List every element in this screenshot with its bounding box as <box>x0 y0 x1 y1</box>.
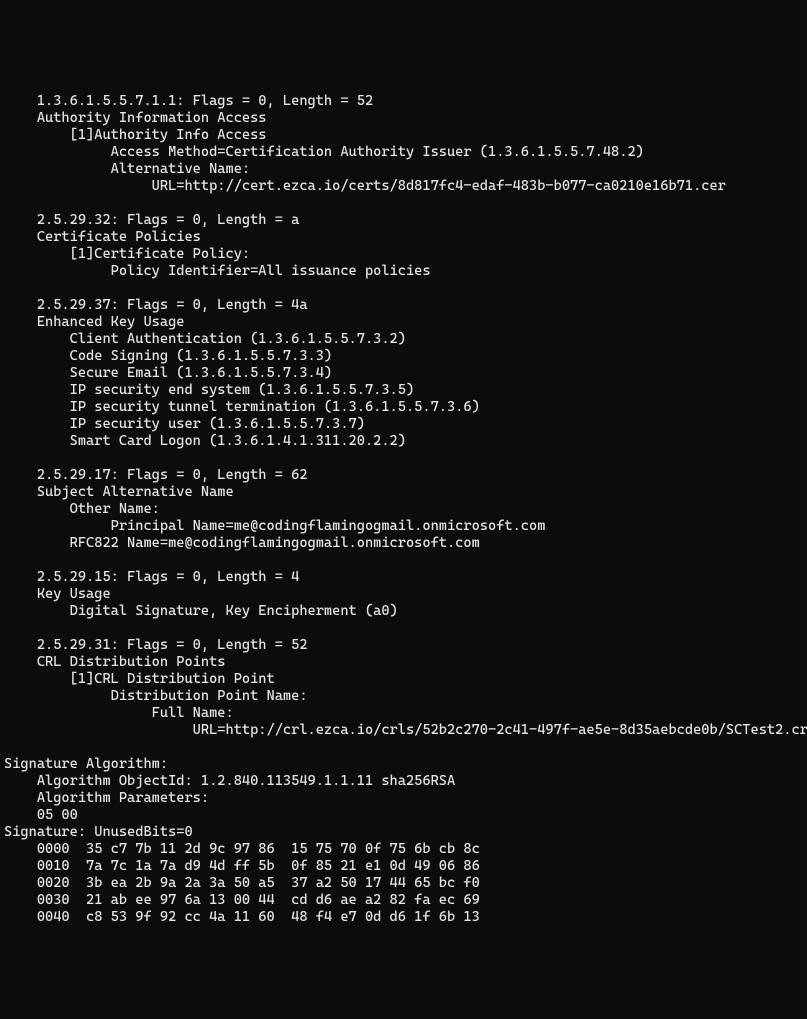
terminal-line: Other Name: <box>4 501 803 518</box>
terminal-line: 1.3.6.1.5.5.7.1.1: Flags = 0, Length = 5… <box>4 93 803 110</box>
terminal-line: Client Authentication (1.3.6.1.5.5.7.3.2… <box>4 331 803 348</box>
terminal-line: [1]CRL Distribution Point <box>4 671 803 688</box>
terminal-line: Signature: UnusedBits=0 <box>4 824 803 841</box>
terminal-line: Distribution Point Name: <box>4 688 803 705</box>
terminal-line: Smart Card Logon (1.3.6.1.4.1.311.20.2.2… <box>4 433 803 450</box>
terminal-line: 0020 3b ea 2b 9a 2a 3a 50 a5 37 a2 50 17… <box>4 875 803 892</box>
terminal-line: Alternative Name: <box>4 161 803 178</box>
terminal-line: Authority Information Access <box>4 110 803 127</box>
terminal-line: Secure Email (1.3.6.1.5.5.7.3.4) <box>4 365 803 382</box>
terminal-line: Digital Signature, Key Encipherment (a0) <box>4 603 803 620</box>
terminal-line: Code Signing (1.3.6.1.5.5.7.3.3) <box>4 348 803 365</box>
terminal-line: Principal Name=me@codingflamingogmail.on… <box>4 518 803 535</box>
terminal-line: IP security tunnel termination (1.3.6.1.… <box>4 399 803 416</box>
terminal-line: 2.5.29.37: Flags = 0, Length = 4a <box>4 297 803 314</box>
terminal-line: [1]Certificate Policy: <box>4 246 803 263</box>
terminal-line: RFC822 Name=me@codingflamingogmail.onmic… <box>4 535 803 552</box>
terminal-line <box>4 739 803 756</box>
terminal-line: Access Method=Certification Authority Is… <box>4 144 803 161</box>
terminal-line: URL=http://cert.ezca.io/certs/8d817fc4-e… <box>4 178 803 195</box>
terminal-line: 0040 c8 53 9f 92 cc 4a 11 60 48 f4 e7 0d… <box>4 909 803 926</box>
terminal-line: Enhanced Key Usage <box>4 314 803 331</box>
terminal-line: 2.5.29.31: Flags = 0, Length = 52 <box>4 637 803 654</box>
terminal-line: Algorithm ObjectId: 1.2.840.113549.1.1.1… <box>4 773 803 790</box>
terminal-line: IP security end system (1.3.6.1.5.5.7.3.… <box>4 382 803 399</box>
terminal-line: Full Name: <box>4 705 803 722</box>
terminal-line: 0000 35 c7 7b 11 2d 9c 97 86 15 75 70 0f… <box>4 841 803 858</box>
terminal-line: 0010 7a 7c 1a 7a d9 4d ff 5b 0f 85 21 e1… <box>4 858 803 875</box>
terminal-line: Subject Alternative Name <box>4 484 803 501</box>
terminal-output: 1.3.6.1.5.5.7.1.1: Flags = 0, Length = 5… <box>0 85 807 934</box>
terminal-line <box>4 195 803 212</box>
terminal-line: 2.5.29.15: Flags = 0, Length = 4 <box>4 569 803 586</box>
terminal-line: 2.5.29.17: Flags = 0, Length = 62 <box>4 467 803 484</box>
terminal-line <box>4 450 803 467</box>
terminal-line: URL=http://crl.ezca.io/crls/52b2c270-2c4… <box>4 722 803 739</box>
terminal-line <box>4 552 803 569</box>
terminal-line: 2.5.29.32: Flags = 0, Length = a <box>4 212 803 229</box>
terminal-line: Certificate Policies <box>4 229 803 246</box>
terminal-line: Signature Algorithm: <box>4 756 803 773</box>
terminal-line: 05 00 <box>4 807 803 824</box>
terminal-line: CRL Distribution Points <box>4 654 803 671</box>
terminal-line: Algorithm Parameters: <box>4 790 803 807</box>
terminal-line <box>4 620 803 637</box>
terminal-line: [1]Authority Info Access <box>4 127 803 144</box>
terminal-line: Policy Identifier=All issuance policies <box>4 263 803 280</box>
terminal-line: Key Usage <box>4 586 803 603</box>
terminal-line <box>4 280 803 297</box>
terminal-line: IP security user (1.3.6.1.5.5.7.3.7) <box>4 416 803 433</box>
terminal-line: 0030 21 ab ee 97 6a 13 00 44 cd d6 ae a2… <box>4 892 803 909</box>
